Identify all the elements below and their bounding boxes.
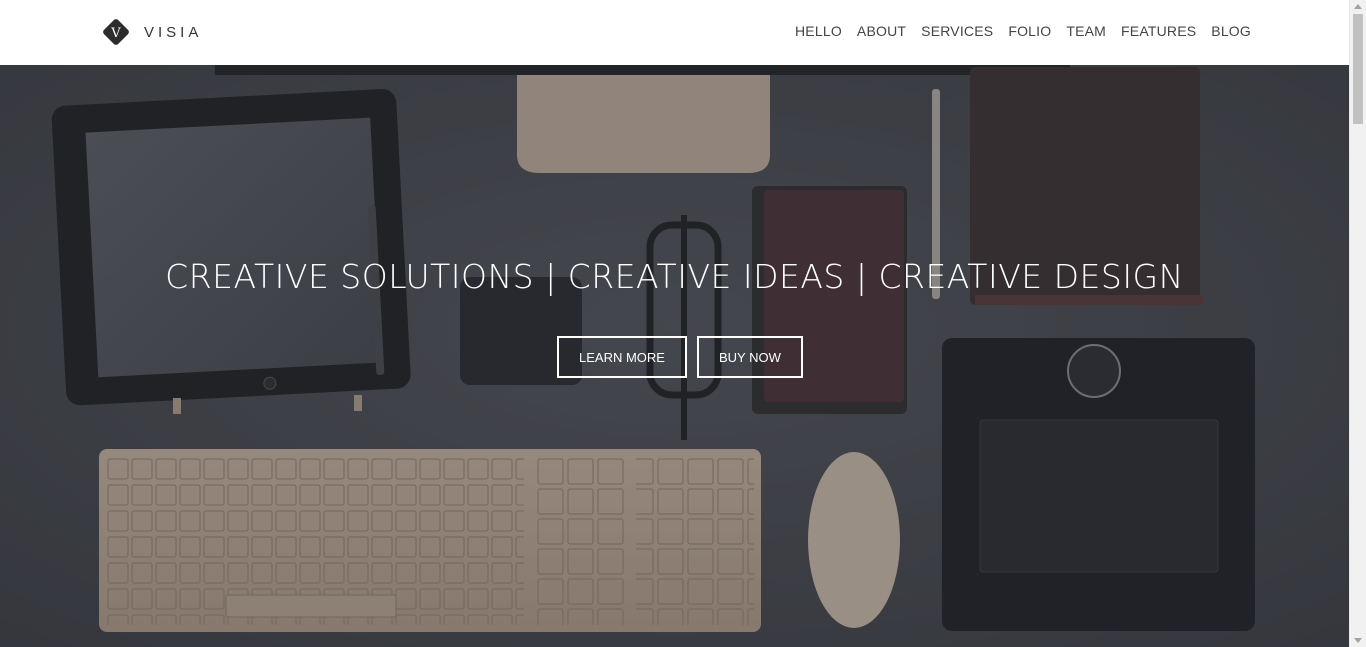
learn-more-button[interactable]: LEARN MORE [557,336,687,378]
main-navigation: HELLO ABOUT SERVICES FOLIO TEAM FEATURES… [780,23,1251,39]
logo-letter: V [110,26,121,41]
scroll-down-arrow-icon[interactable] [1354,638,1362,643]
page: V VISIA HELLO ABOUT SERVICES FOLIO TEAM … [0,0,1366,647]
site-header: V VISIA HELLO ABOUT SERVICES FOLIO TEAM … [0,0,1349,65]
nav-item-features[interactable]: FEATURES [1121,23,1196,39]
brand-name: VISIA [144,23,203,41]
scroll-up-arrow-icon[interactable] [1354,4,1362,9]
nav-item-folio[interactable]: FOLIO [1008,23,1051,39]
brand-logo-link[interactable]: V VISIA [101,17,202,47]
hero-buttons: LEARN MORE BUY NOW [557,336,803,378]
buy-now-button[interactable]: BUY NOW [696,336,803,378]
diamond-logo-icon: V [101,17,131,47]
nav-item-hello[interactable]: HELLO [795,23,842,39]
page-scrollbar[interactable] [1349,0,1366,647]
hero-title: CREATIVE SOLUTIONS | CREATIVE IDEAS | CR… [165,257,1184,297]
nav-item-about[interactable]: ABOUT [857,23,906,39]
nav-item-services[interactable]: SERVICES [921,23,993,39]
nav-item-blog[interactable]: BLOG [1211,23,1251,39]
scrollbar-thumb[interactable] [1353,14,1363,124]
nav-item-team[interactable]: TEAM [1066,23,1106,39]
hero-section: CREATIVE SOLUTIONS | CREATIVE IDEAS | CR… [0,65,1349,647]
